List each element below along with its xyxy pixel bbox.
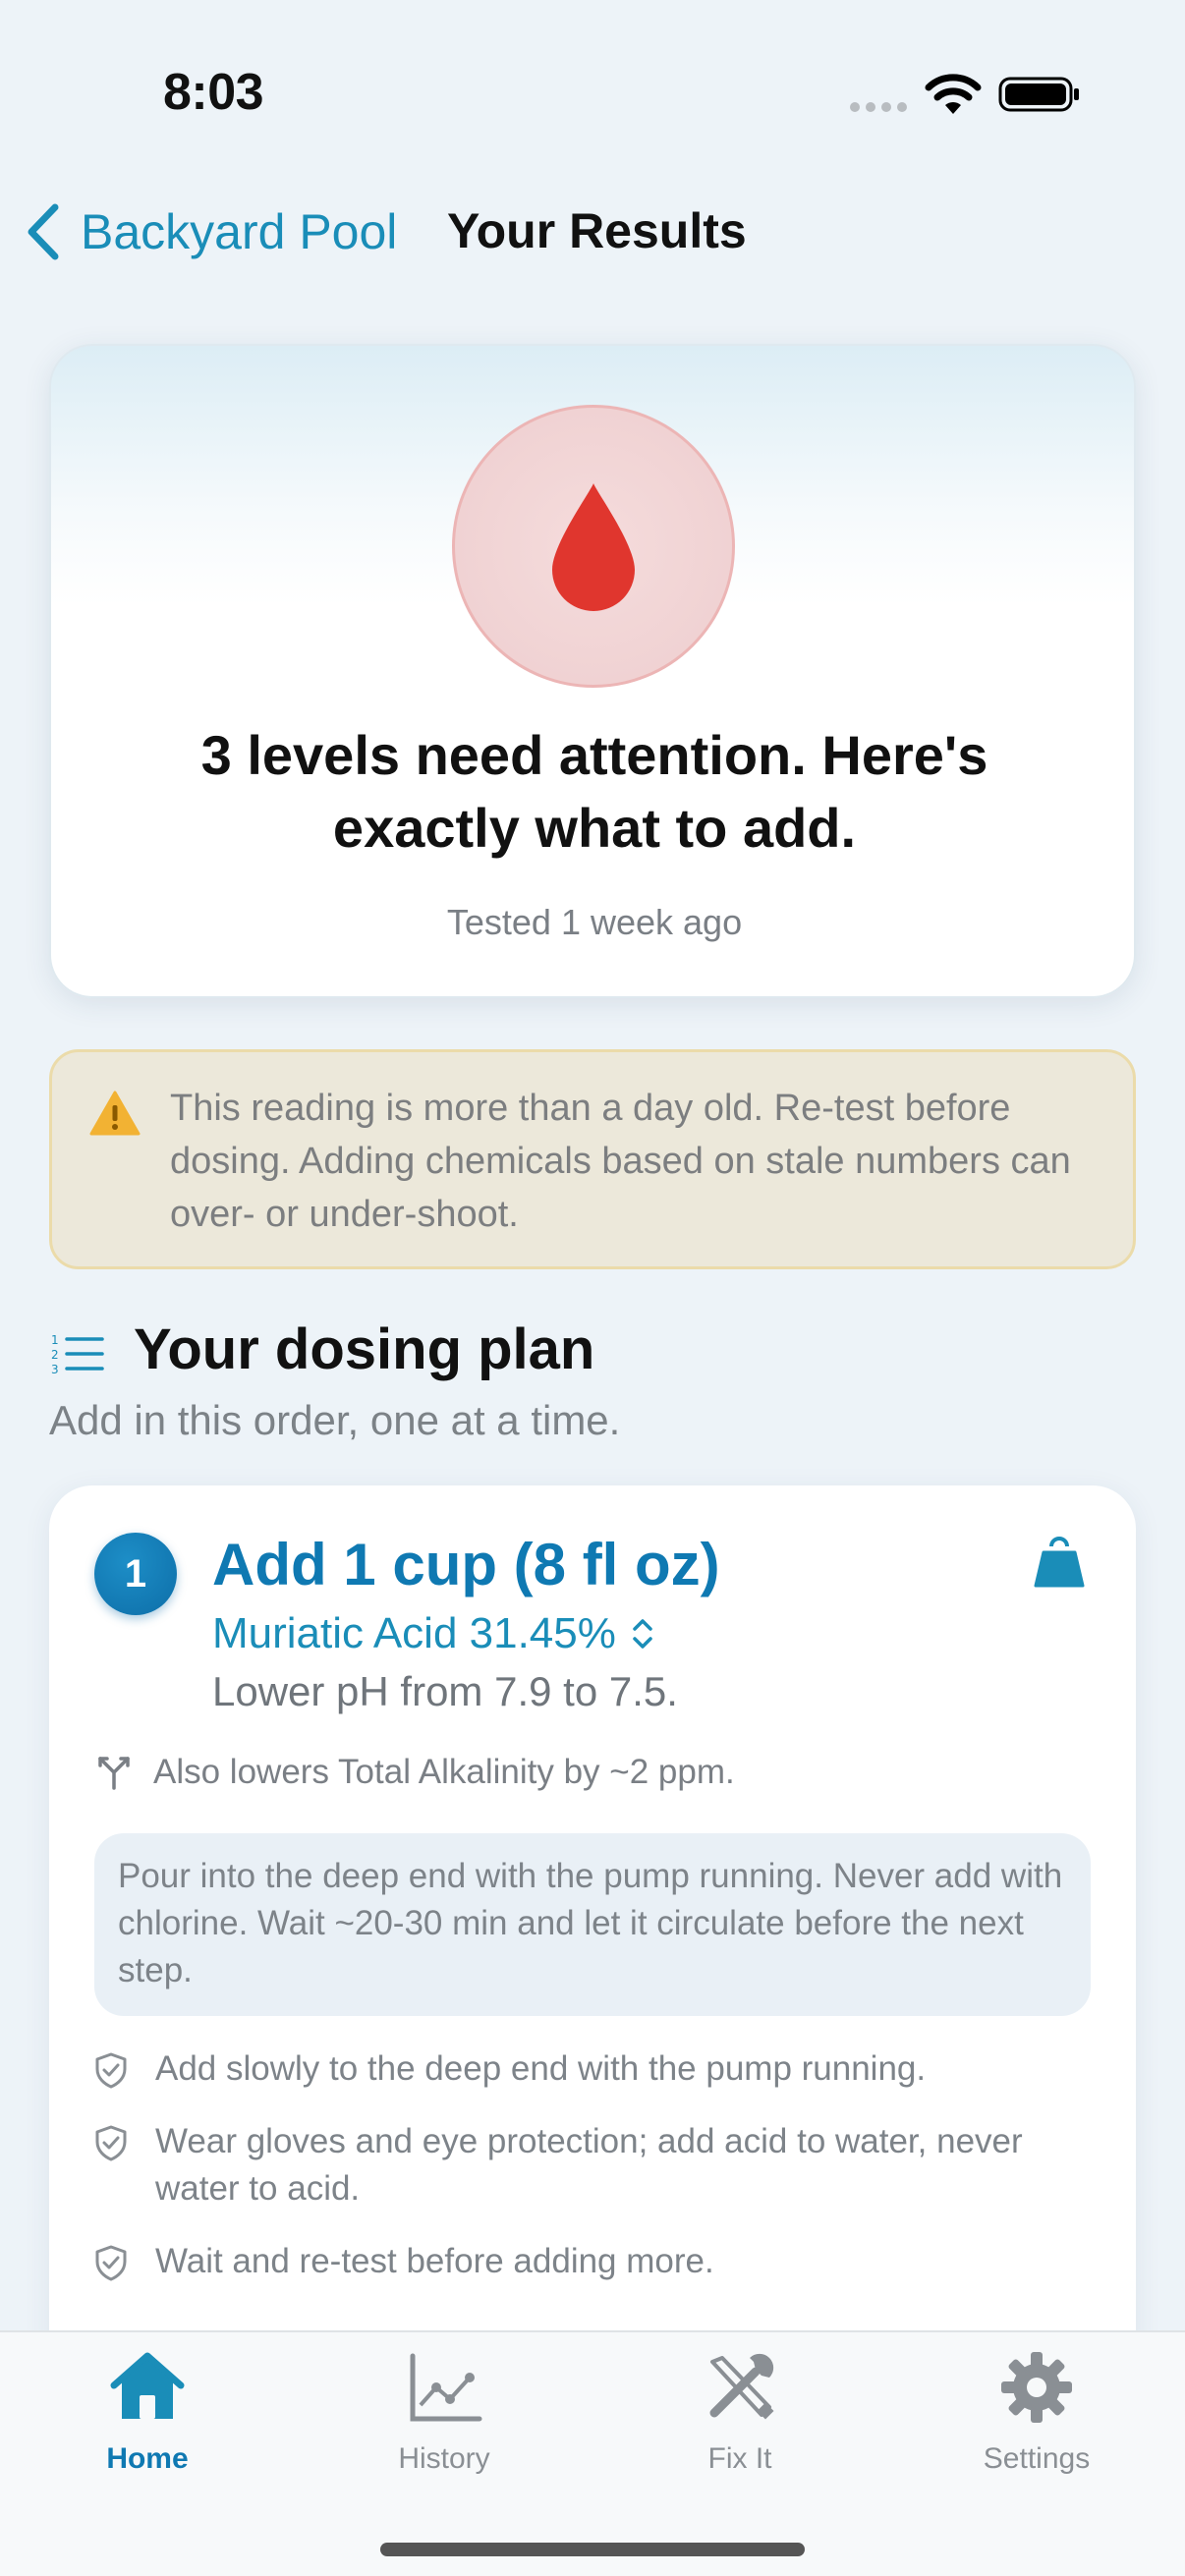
tab-label: History [398,2442,490,2475]
tab-label: Settings [983,2442,1091,2475]
tip-text: Add slowly to the deep end with the pump… [155,2049,927,2088]
tab-label: Fix It [707,2442,772,2475]
summary-headline: 3 levels need attention. Here's exactly … [200,724,988,859]
numbered-list-icon: 1 2 3 [51,1333,104,1375]
wifi-icon [925,74,982,114]
warning-triangle-icon [89,1091,141,1136]
tab-home[interactable]: Home [49,2348,246,2495]
status-time: 8:03 [163,64,264,121]
tab-fix-it[interactable]: Fix It [642,2348,838,2495]
list-item: Wait and re-test before adding more. [94,2238,1097,2285]
chevron-left-icon [28,203,59,260]
status-bar: 8:03 [0,0,1185,187]
list-item: Wear gloves and eye protection; add acid… [94,2118,1097,2212]
shield-check-icon [95,2245,127,2281]
battery-icon [998,77,1079,112]
side-effect-text: Also lowers Total Alkalinity by ~2 ppm. [153,1753,735,1791]
warning-text: This reading is more than a day old. Re-… [170,1088,1071,1235]
svg-text:3: 3 [51,1363,59,1375]
results-screen: 8:03 Backyard Pool Your Results 3 levels… [0,0,1185,2576]
status-indicator [452,405,735,688]
shield-check-icon [95,2052,127,2089]
tab-history[interactable]: History [346,2348,542,2495]
safety-tips-list: Add slowly to the deep end with the pump… [94,2045,1097,2311]
merge-arrows-icon [98,1757,130,1790]
instruction-text: Pour into the deep end with the pump run… [118,1857,1063,1989]
svg-text:1: 1 [51,1333,59,1347]
list-item: Add slowly to the deep end with the pump… [94,2045,1097,2093]
instruction-box: Pour into the deep end with the pump run… [94,1833,1091,2016]
water-drop-icon [552,483,635,611]
scale-weight-icon[interactable] [1030,1533,1089,1592]
dose-purpose: Lower pH from 7.9 to 7.5. [212,1668,678,1714]
side-effect-note: Also lowers Total Alkalinity by ~2 ppm. [94,1753,735,1792]
results-summary-card: 3 levels need attention. Here's exactly … [49,344,1136,998]
shield-check-icon [95,2125,127,2161]
page-title: Your Results [447,203,747,258]
gear-icon [1001,2352,1072,2423]
chart-icon [410,2353,482,2422]
chemical-selector[interactable]: Muriatic Acid 31.45% [212,1609,657,1658]
stale-reading-warning: This reading is more than a day old. Re-… [49,1049,1136,1269]
tab-label: Home [106,2442,189,2475]
navigation-bar: Backyard Pool Your Results [0,187,1185,277]
section-subtitle: Add in this order, one at a time. [49,1397,621,1443]
home-indicator[interactable] [380,2543,805,2556]
chemical-name: Muriatic Acid 31.45% [212,1609,616,1657]
tested-timestamp: Tested 1 week ago [446,902,743,942]
tab-bar: Home History Fix It Settings [0,2330,1185,2576]
back-label: Backyard Pool [81,204,398,259]
back-button[interactable]: Backyard Pool [22,187,397,277]
house-icon [110,2352,185,2419]
section-title: Your dosing plan [134,1317,595,1381]
cellular-signal-icon [850,102,907,112]
tab-settings[interactable]: Settings [938,2348,1135,2495]
chevron-up-down-icon [633,1619,652,1649]
tip-text: Wait and re-test before adding more. [155,2242,714,2280]
tip-text: Wear gloves and eye protection; add acid… [155,2122,1023,2208]
step-number-badge: 1 [94,1533,177,1615]
dose-amount: Add 1 cup (8 fl oz) [212,1532,720,1597]
tools-icon [709,2353,774,2420]
svg-text:2: 2 [51,1348,59,1362]
